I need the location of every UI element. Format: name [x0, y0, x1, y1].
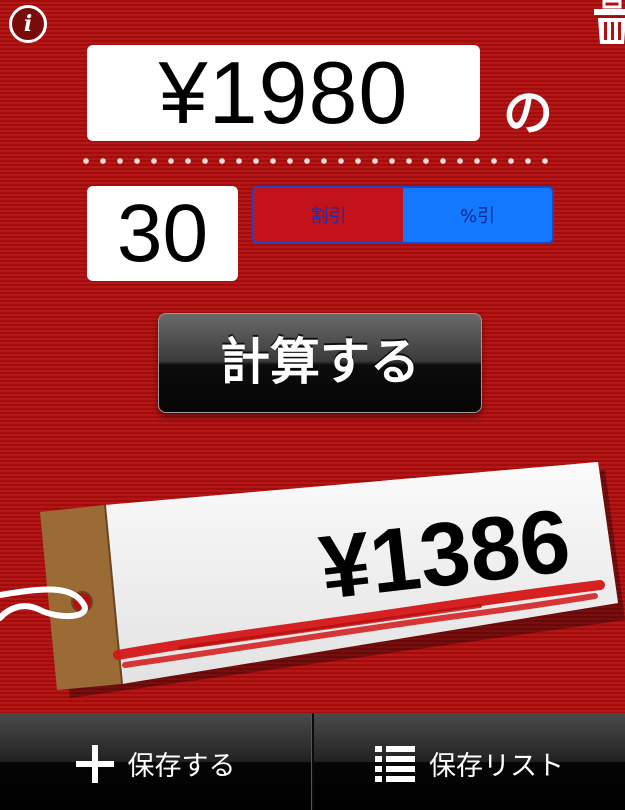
discount-mode-segmented-control: 割引 %引 — [252, 186, 554, 244]
info-icon: i — [23, 11, 33, 37]
price-suffix-label: の — [503, 84, 553, 142]
bottom-toolbar: 保存する 保存リスト — [0, 713, 625, 810]
saved-list-button[interactable]: 保存リスト — [314, 713, 625, 810]
list-icon — [375, 745, 415, 782]
trash-icon — [594, 0, 625, 44]
segment-percent-discount[interactable]: %引 — [403, 188, 552, 242]
segment-yen-discount[interactable]: 割引 — [254, 188, 403, 242]
plus-icon — [75, 744, 114, 783]
calculate-button[interactable]: 計算する — [158, 313, 482, 413]
save-button[interactable]: 保存する — [0, 713, 311, 810]
trash-button[interactable] — [590, 0, 625, 46]
price-input[interactable]: ¥1980 — [87, 45, 480, 141]
discount-input[interactable]: 30 — [87, 186, 238, 281]
info-button[interactable]: i — [9, 5, 47, 43]
save-button-label: 保存する — [127, 751, 236, 782]
saved-list-label: 保存リスト — [429, 751, 564, 782]
dotted-divider — [82, 157, 558, 165]
